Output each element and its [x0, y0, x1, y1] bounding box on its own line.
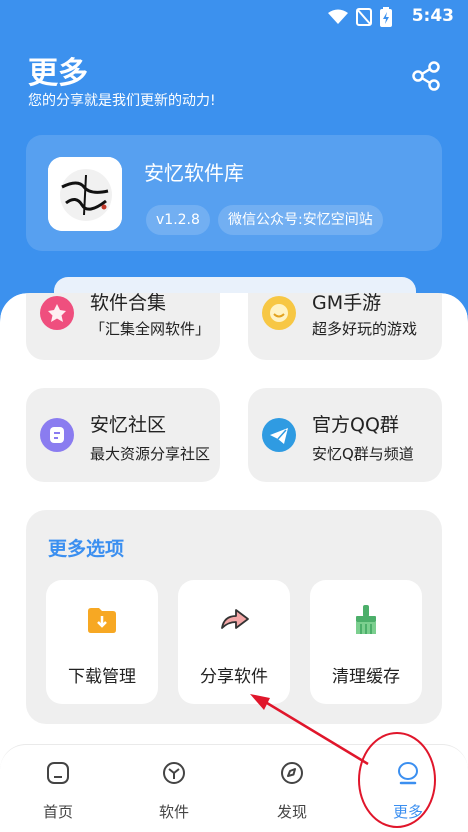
- tile-desc: 最大资源分享社区: [90, 445, 211, 463]
- version-badge: v1.2.8: [146, 205, 210, 235]
- share-icon: [412, 61, 440, 91]
- tile-community[interactable]: 安忆社区 最大资源分享社区: [26, 388, 220, 482]
- nav-more[interactable]: 更多: [378, 759, 438, 825]
- cube-icon: [163, 762, 185, 784]
- peek-card-top: [54, 277, 416, 293]
- no-sim-icon: [356, 8, 372, 26]
- opt-label: 下载管理: [68, 667, 136, 687]
- nav-label: 发现: [276, 803, 307, 821]
- nav-home[interactable]: 首页: [28, 759, 88, 825]
- nav-label: 软件: [158, 803, 189, 821]
- telegram-icon: [262, 418, 296, 452]
- status-bar: 5:43: [0, 0, 468, 34]
- status-icons: [328, 7, 392, 27]
- battery-charging-icon: [380, 7, 392, 27]
- wechat-badge[interactable]: 微信公众号:安忆空间站: [218, 205, 383, 235]
- folder-download-icon: [88, 608, 116, 633]
- bottom-nav: 首页 软件 发现 更多: [0, 744, 468, 832]
- clear-cache-button[interactable]: 清理缓存: [310, 580, 422, 704]
- download-manager-button[interactable]: 下载管理: [46, 580, 158, 704]
- compass-icon: [281, 762, 303, 784]
- app-logo: [48, 157, 122, 231]
- more-screen: 5:43 更多 您的分享就是我们更新的动力! 安忆软件库 v1.2.8 微信公众…: [0, 0, 468, 832]
- share-button[interactable]: [410, 60, 442, 92]
- tile-desc: 安忆Q群与频道: [312, 445, 414, 463]
- options-title: 更多选项: [48, 538, 125, 560]
- nav-label: 首页: [42, 803, 73, 821]
- nav-software[interactable]: 软件: [144, 759, 204, 825]
- more-icon: [398, 762, 418, 785]
- opt-label: 清理缓存: [332, 667, 400, 687]
- home-icon: [47, 762, 69, 784]
- page-subtitle: 您的分享就是我们更新的动力!: [28, 93, 216, 109]
- nav-discover[interactable]: 发现: [262, 759, 322, 825]
- tile-title: 官方QQ群: [312, 414, 399, 436]
- app-name: 安忆软件库: [144, 161, 244, 185]
- app-logo-art: [48, 157, 122, 231]
- tile-qq-group[interactable]: 官方QQ群 安忆Q群与频道: [248, 388, 442, 482]
- broom-icon: [356, 605, 376, 634]
- sheet-corners: [0, 293, 468, 323]
- nav-label: 更多: [392, 803, 423, 821]
- app-info-card[interactable]: 安忆软件库 v1.2.8 微信公众号:安忆空间站: [26, 135, 442, 251]
- share-software-button[interactable]: 分享软件: [178, 580, 290, 704]
- opt-label: 分享软件: [200, 667, 268, 687]
- share-arrow-icon: [221, 609, 249, 629]
- tile-title: 安忆社区: [90, 414, 167, 436]
- community-icon: [40, 418, 74, 452]
- page-title: 更多: [28, 56, 88, 91]
- wifi-icon: [328, 9, 348, 24]
- more-options-panel: 更多选项 下载管理 分享软件 清理缓存: [26, 510, 442, 724]
- status-time: 5:43: [411, 6, 454, 26]
